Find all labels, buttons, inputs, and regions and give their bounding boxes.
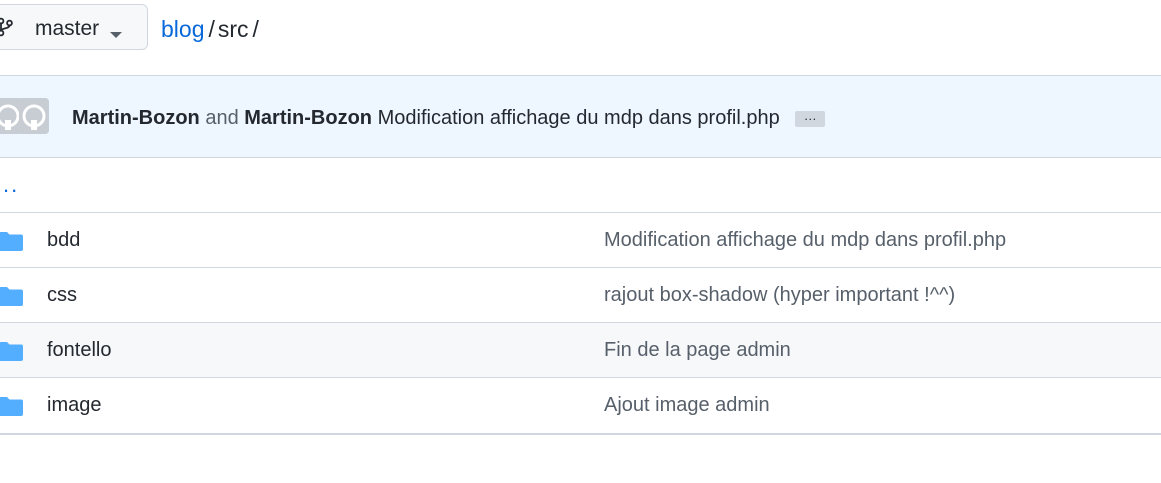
breadcrumb-repo-link[interactable]: blog <box>161 16 204 42</box>
file-name-link[interactable]: bdd <box>47 228 80 252</box>
parent-directory-row[interactable]: .. <box>0 158 1161 213</box>
breadcrumb: blog / src / <box>161 15 262 43</box>
folder-icon <box>0 397 23 416</box>
file-row[interactable]: css rajout box-shadow (hyper important !… <box>0 268 1161 323</box>
git-branch-icon <box>0 17 13 37</box>
folder-icon <box>0 342 23 361</box>
breadcrumb-current-folder: src <box>217 16 249 42</box>
breadcrumb-separator: / <box>252 16 259 42</box>
file-commit-message-link[interactable]: Fin de la page admin <box>604 338 791 362</box>
file-commit-message-link[interactable]: Modification affichage du mdp dans profi… <box>604 228 1006 252</box>
file-name-link[interactable]: fontello <box>47 338 112 362</box>
commit-conjunction: and <box>205 107 239 129</box>
file-name-link[interactable]: image <box>47 393 101 417</box>
folder-icon <box>0 287 23 306</box>
branch-selector-button[interactable]: master <box>0 4 148 50</box>
github-avatar-icon <box>19 98 49 134</box>
avatar-group <box>0 98 49 136</box>
file-row[interactable]: image Ajout image admin <box>0 378 1161 434</box>
branch-name: master <box>35 17 100 40</box>
caret-down-icon <box>110 32 122 38</box>
folder-icon <box>0 232 23 251</box>
file-commit-message-link[interactable]: rajout box-shadow (hyper important !^^) <box>604 283 955 307</box>
file-name-link[interactable]: css <box>47 283 77 307</box>
file-row[interactable]: bdd Modification affichage du mdp dans p… <box>0 213 1161 268</box>
commit-coauthor-link[interactable]: Martin-Bozon <box>244 107 372 129</box>
avatar[interactable] <box>19 98 49 134</box>
file-commit-message-link[interactable]: Ajout image admin <box>604 393 770 417</box>
file-row[interactable]: fontello Fin de la page admin <box>0 323 1161 378</box>
commit-author-link[interactable]: Martin-Bozon <box>72 107 200 129</box>
latest-commit-summary: Martin-Bozon and Martin-Bozon Modificati… <box>72 106 826 130</box>
commit-message-link[interactable]: Modification affichage du mdp dans profi… <box>378 107 780 129</box>
file-list-box: Martin-Bozon and Martin-Bozon Modificati… <box>0 75 1161 435</box>
repo-toolbar: master blog / src / <box>0 0 1161 60</box>
breadcrumb-separator: / <box>208 16 215 42</box>
latest-commit-bar: Martin-Bozon and Martin-Bozon Modificati… <box>0 76 1161 158</box>
parent-directory-link[interactable]: .. <box>3 172 19 198</box>
commit-expand-button[interactable]: … <box>795 109 826 127</box>
